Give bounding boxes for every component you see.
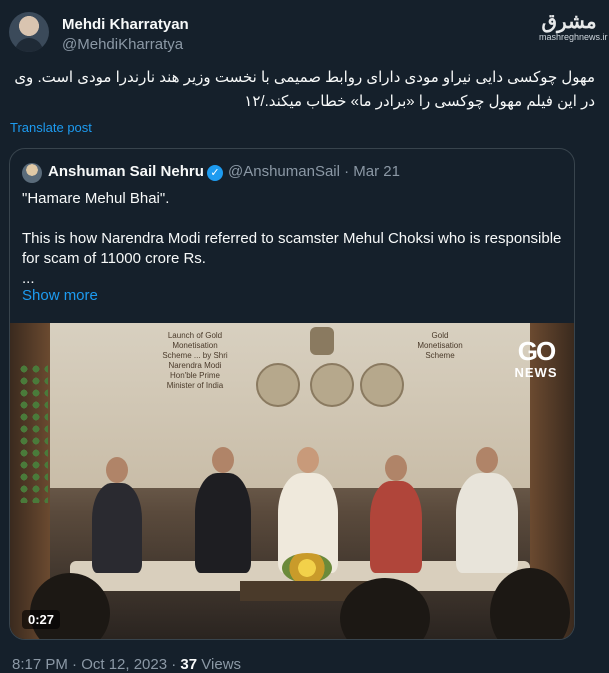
go-logo-news: NEWS [514,365,558,380]
person-4 [370,455,422,573]
person-1 [92,457,142,573]
national-emblem [310,327,334,355]
scheme-logo-2 [310,363,354,407]
watermark-url: mashreghnews.ir [539,32,608,42]
author-handle[interactable]: @MehdiKharratya [62,36,183,53]
video-duration: 0:27 [22,610,61,629]
tweet-text: مهول چوکسی دایی نیراو مودی دارای روابط ص… [14,69,595,110]
show-more-link[interactable]: Show more [22,287,98,304]
mashregh-watermark: مشرق mashreghnews.ir [539,9,608,42]
translate-post-link[interactable]: Translate post [10,120,92,135]
go-news-logo: GO NEWS [510,337,562,380]
stage-banner-left: Launch of Gold Monetisation Scheme ... b… [162,331,228,390]
go-logo-mark: GO [517,336,556,366]
plant-decoration [18,363,48,503]
video-player[interactable]: Launch of Gold Monetisation Scheme ... b… [10,323,574,639]
author-name[interactable]: Mehdi Kharratyan [62,16,189,33]
person-2 [195,447,251,573]
author-avatar[interactable] [9,12,49,52]
flower-arrangement [282,553,332,583]
person-5 [456,447,518,573]
verified-badge-icon: ✓ [207,165,223,181]
quoted-author-name: Anshuman Sail Nehru [48,163,204,180]
stage-banner-right: Gold Monetisation Scheme [417,331,463,360]
quoted-handle-date: @AnshumanSail · Mar 21 [228,163,400,180]
quoted-author-avatar [22,163,42,183]
quoted-tweet-text: "Hamare Mehul Bhai". This is how Narendr… [22,190,562,287]
scheme-logo-3 [360,363,404,407]
quoted-tweet[interactable]: Anshuman Sail Nehru ✓ @AnshumanSail · Ma… [9,148,575,640]
scheme-logo-1 [256,363,300,407]
watermark-logo: مشرق [541,9,597,33]
